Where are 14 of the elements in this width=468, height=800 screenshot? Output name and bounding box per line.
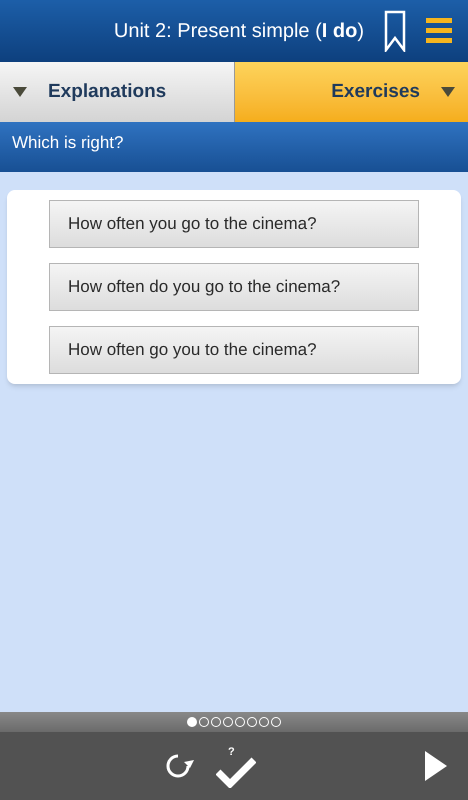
checkmark-icon bbox=[216, 756, 256, 788]
answer-option[interactable]: How often you go to the cinema? bbox=[49, 200, 419, 248]
caret-icon bbox=[12, 86, 28, 98]
answer-option[interactable]: How often do you go to the cinema? bbox=[49, 263, 419, 311]
caret-icon bbox=[440, 86, 456, 98]
tab[interactable]: Explanations bbox=[0, 62, 234, 122]
check-button[interactable]: ? bbox=[216, 744, 260, 788]
play-icon[interactable] bbox=[424, 750, 448, 782]
bookmark-icon[interactable] bbox=[384, 10, 406, 52]
window-title: Unit 2: Present simple (I do) bbox=[114, 19, 364, 44]
menu-icon[interactable] bbox=[426, 16, 452, 46]
tab[interactable]: Exercises bbox=[234, 62, 468, 122]
answer-option[interactable]: How often go you to the cinema? bbox=[49, 326, 419, 374]
question-text: Which is right? bbox=[12, 132, 124, 154]
